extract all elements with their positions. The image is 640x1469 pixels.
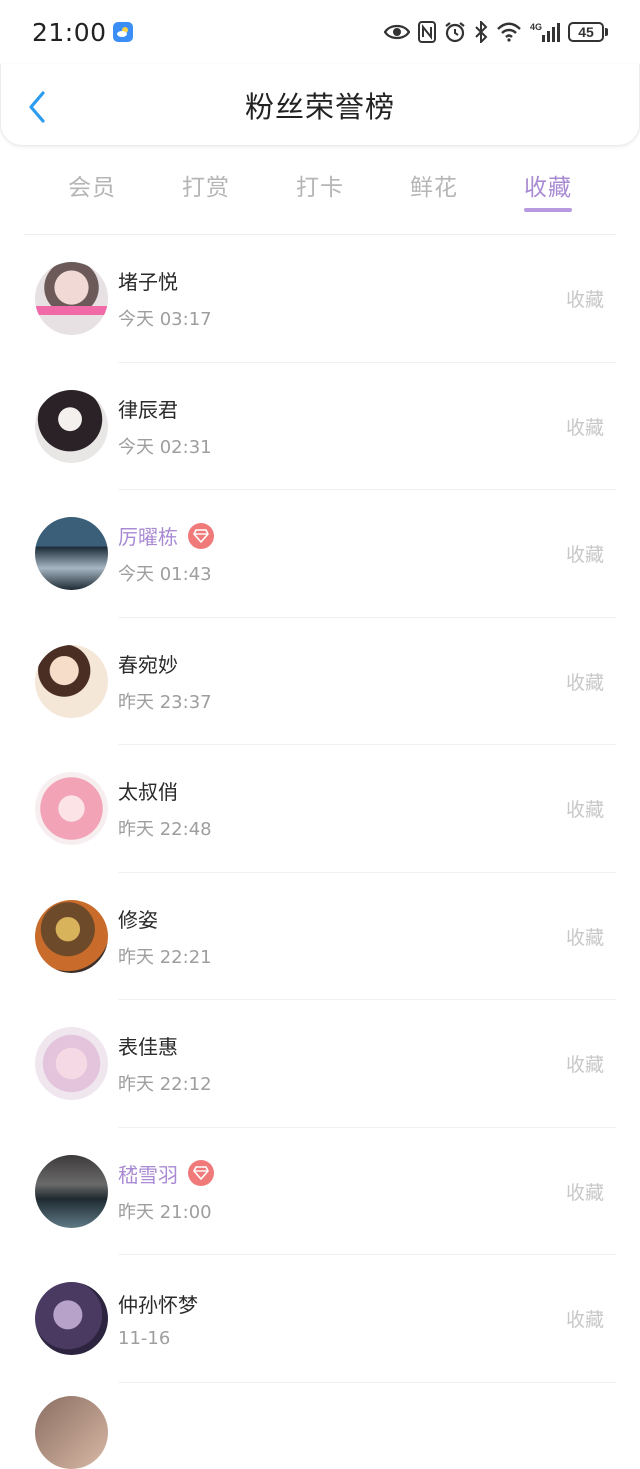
active-tab-indicator — [524, 208, 572, 212]
alarm-icon — [445, 22, 465, 43]
fan-name: 律辰君 — [118, 397, 178, 422]
tab-flowers[interactable]: 鲜花 — [400, 150, 468, 202]
fan-info: 厉曜栋 今天 01:43 — [118, 521, 214, 586]
avatar — [35, 517, 108, 591]
fan-time: 昨天 22:12 — [118, 1074, 212, 1096]
avatar — [35, 899, 108, 973]
diamond-icon — [188, 522, 214, 549]
battery-indicator: 45 — [568, 22, 608, 42]
fan-name: 仲孙怀梦 — [118, 1292, 198, 1317]
name-line: 律辰君 — [118, 394, 212, 423]
fan-time: 昨天 23:37 — [118, 691, 212, 713]
tab-label: 打赏 — [182, 175, 230, 201]
tab-member[interactable]: 会员 — [58, 150, 126, 202]
status-icons: 4G 45 — [384, 21, 608, 43]
avatar-band — [35, 306, 108, 316]
fan-info: 堵子悦 今天 03:17 — [118, 266, 212, 331]
list-item[interactable]: 律辰君 今天 02:31 收藏 — [0, 363, 640, 490]
tab-label: 会员 — [68, 175, 116, 201]
row-divider — [118, 1381, 616, 1383]
name-line: 嵇雪羽 — [118, 1159, 214, 1188]
list-item[interactable]: 仲孙怀梦 11-16 收藏 — [0, 1255, 640, 1383]
fan-name: 嵇雪羽 — [118, 1162, 178, 1187]
tab-label: 收藏 — [524, 175, 572, 201]
fan-name: 厉曜栋 — [118, 525, 178, 550]
name-line: 春宛妙 — [118, 649, 212, 678]
fan-time: 11-16 — [118, 1327, 171, 1349]
tab-reward[interactable]: 打赏 — [172, 150, 240, 202]
tab-favorites[interactable]: 收藏 — [514, 150, 582, 214]
name-line: 堵子悦 — [118, 266, 212, 295]
action-label: 收藏 — [565, 1181, 604, 1204]
action-label: 收藏 — [565, 926, 604, 949]
fan-info: 表佳惠 昨天 22:12 — [118, 1031, 212, 1096]
fan-info: 春宛妙 昨天 23:37 — [118, 649, 212, 714]
tab-label: 打卡 — [296, 175, 344, 201]
fan-time: 昨天 22:48 — [118, 819, 212, 841]
weather-app-icon — [112, 22, 133, 42]
fan-info: 仲孙怀梦 11-16 — [118, 1289, 198, 1349]
fan-name: 修姿 — [118, 907, 158, 932]
name-line: 厉曜栋 — [118, 521, 214, 550]
list-item[interactable]: 太叔俏 昨天 22:48 收藏 — [0, 745, 640, 873]
signal-icon: 4G — [530, 22, 560, 42]
fan-time: 今天 03:17 — [118, 309, 212, 331]
diamond-icon — [188, 1160, 214, 1187]
name-line: 仲孙怀梦 — [118, 1289, 198, 1318]
bluetooth-icon — [475, 21, 488, 43]
avatar — [35, 772, 108, 846]
fan-name: 春宛妙 — [118, 652, 178, 677]
battery-level: 45 — [568, 22, 604, 42]
chevron-left-icon — [29, 91, 45, 123]
svg-text:4G: 4G — [530, 22, 542, 32]
fan-time: 今天 01:43 — [118, 564, 212, 586]
action-label: 收藏 — [565, 416, 604, 439]
avatar — [35, 389, 108, 463]
fan-time: 昨天 22:21 — [118, 946, 212, 968]
battery-cap — [605, 28, 608, 36]
list-item[interactable]: 嵇雪羽 昨天 21:00 收藏 — [0, 1128, 640, 1255]
tab-label: 鲜花 — [410, 175, 458, 201]
fan-time: 昨天 21:00 — [118, 1201, 212, 1223]
action-label: 收藏 — [565, 544, 604, 567]
wifi-icon — [497, 22, 521, 42]
avatar — [35, 262, 108, 336]
tab-checkin[interactable]: 打卡 — [286, 150, 354, 202]
eye-icon — [384, 24, 410, 40]
action-label: 收藏 — [565, 1309, 604, 1332]
avatar — [35, 1154, 108, 1228]
list-item[interactable]: 春宛妙 昨天 23:37 收藏 — [0, 618, 640, 745]
name-line: 太叔俏 — [118, 776, 212, 805]
name-line: 表佳惠 — [118, 1031, 212, 1060]
fan-info: 律辰君 今天 02:31 — [118, 394, 212, 459]
status-time: 21:00 — [32, 17, 107, 47]
tab-bar: 会员 打赏 打卡 鲜花 收藏 — [0, 150, 640, 214]
nav-header: 粉丝荣誉榜 — [0, 64, 640, 146]
back-button[interactable] — [23, 90, 51, 124]
name-line: 修姿 — [118, 904, 212, 933]
action-label: 收藏 — [565, 671, 604, 694]
list-item[interactable]: 修姿 昨天 22:21 收藏 — [0, 873, 640, 1000]
list-item[interactable]: 厉曜栋 今天 01:43 收藏 — [0, 490, 640, 618]
status-bar: 21:00 4G 45 — [0, 0, 640, 64]
list-item[interactable]: 堵子悦 今天 03:17 收藏 — [0, 235, 640, 363]
fan-info: 嵇雪羽 昨天 21:00 — [118, 1159, 214, 1224]
avatar — [35, 1282, 108, 1356]
action-label: 收藏 — [565, 799, 604, 822]
action-label: 收藏 — [565, 1054, 604, 1077]
fan-time: 今天 02:31 — [118, 436, 212, 458]
fans-list: 堵子悦 今天 03:17 收藏 律辰君 今天 02:31 收藏 厉曜栋 今天 0 — [0, 235, 640, 1383]
fan-info: 修姿 昨天 22:21 — [118, 904, 212, 969]
fan-name: 太叔俏 — [118, 780, 178, 805]
fan-name: 表佳惠 — [118, 1035, 178, 1060]
page-title: 粉丝荣誉榜 — [244, 89, 395, 124]
list-item[interactable]: 表佳惠 昨天 22:12 收藏 — [0, 1000, 640, 1128]
nfc-icon — [418, 21, 436, 43]
action-label: 收藏 — [565, 289, 604, 312]
avatar — [35, 644, 108, 718]
avatar — [35, 1027, 108, 1101]
fan-name: 堵子悦 — [118, 270, 178, 295]
fan-info: 太叔俏 昨天 22:48 — [118, 776, 212, 841]
